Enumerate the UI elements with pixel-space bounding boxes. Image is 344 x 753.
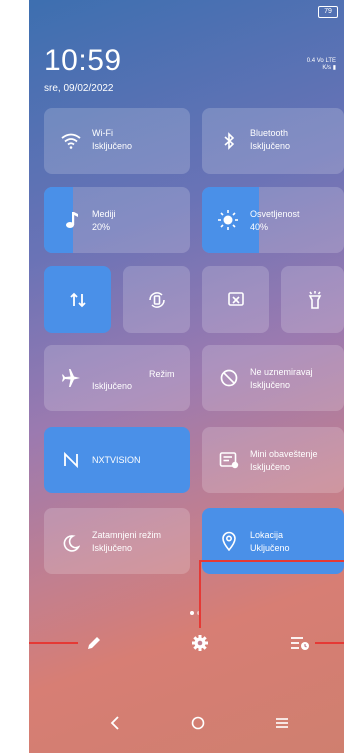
tile-airplane-mode[interactable]: Režim Isključeno	[44, 345, 190, 411]
tile-mini-notification[interactable]: Mini obaveštenje Isključeno	[202, 427, 344, 493]
date: sre, 09/02/2022	[44, 83, 114, 94]
music-note-icon	[62, 210, 82, 230]
media-title: Mediji	[92, 209, 116, 219]
notification-settings-icon[interactable]	[289, 632, 311, 654]
mini-notification-title: Mini obaveštenje	[250, 449, 318, 459]
tile-bluetooth[interactable]: Bluetooth Isključeno	[202, 108, 344, 174]
clock: 10:59	[44, 44, 122, 77]
brightness-value: 40%	[250, 222, 269, 232]
wifi-title: Wi-Fi	[92, 128, 113, 138]
media-volume-slider[interactable]: Mediji 20%	[44, 187, 190, 253]
recents-menu-button[interactable]	[272, 713, 292, 733]
brightness-slider[interactable]: Osvetljenost 40%	[202, 187, 344, 253]
data-arrows-icon	[44, 266, 111, 333]
bluetooth-icon	[218, 130, 240, 152]
auto-rotate-toggle[interactable]	[123, 266, 190, 333]
do-not-disturb-icon	[218, 367, 240, 389]
airplane-icon	[60, 367, 82, 389]
wifi-icon	[60, 130, 82, 152]
moon-icon	[60, 532, 82, 554]
bluetooth-title: Bluetooth	[250, 128, 289, 138]
tile-do-not-disturb[interactable]: Ne uznemiravaj Isključeno	[202, 345, 344, 411]
battery-indicator: 79	[318, 6, 338, 18]
signal-icon: ▮	[332, 65, 336, 71]
home-button[interactable]	[188, 713, 208, 733]
nxtvision-title: NXTVISION	[92, 455, 141, 465]
callout-line-settings-vertical	[199, 560, 201, 628]
net-unit: K/s	[322, 65, 332, 71]
screenshot-icon	[202, 266, 269, 333]
flashlight-toggle[interactable]	[281, 266, 344, 333]
nxtvision-icon	[60, 449, 82, 471]
tile-location[interactable]: Lokacija Uključeno	[202, 508, 344, 574]
edit-pencil-icon[interactable]	[83, 632, 105, 654]
location-title: Lokacija	[250, 530, 284, 540]
back-button[interactable]	[105, 713, 125, 733]
mobile-data-toggle[interactable]	[44, 266, 111, 333]
dark-mode-title: Zatamnjeni režim	[92, 530, 162, 540]
screenshot-toggle[interactable]	[202, 266, 269, 333]
rotate-icon	[123, 266, 190, 333]
navigation-bar	[29, 693, 344, 753]
callout-line-notification	[315, 642, 344, 644]
page-dot-active	[190, 611, 194, 615]
net-type: Vo LTE	[316, 58, 336, 64]
net-speed: 0.4	[306, 58, 316, 64]
media-value: 20%	[92, 222, 111, 232]
location-pin-icon	[218, 530, 240, 552]
airplane-status: Isključeno	[92, 381, 133, 391]
network-info: 0.4 Vo LTE K/s ▮	[307, 58, 336, 72]
callout-line-edit	[29, 642, 78, 644]
dnd-title: Ne uznemiravaj	[250, 367, 313, 377]
wifi-status: Isključeno	[92, 141, 133, 151]
tile-dark-mode[interactable]: Zatamnjeni režim Isključeno	[44, 508, 190, 574]
dnd-status: Isključeno	[250, 380, 291, 390]
brightness-icon	[216, 208, 240, 232]
page-indicator	[190, 602, 204, 620]
mini-notification-status: Isključeno	[250, 462, 291, 472]
airplane-title: Režim	[149, 369, 175, 379]
bluetooth-status: Isključeno	[250, 141, 291, 151]
mini-notification-icon	[218, 449, 240, 471]
settings-gear-icon[interactable]	[189, 632, 211, 654]
location-status: Uključeno	[250, 543, 290, 553]
tile-wifi[interactable]: Wi-Fi Isključeno	[44, 108, 190, 174]
callout-line-settings-horizontal	[199, 560, 344, 562]
flashlight-icon	[281, 266, 344, 333]
brightness-title: Osvetljenost	[250, 209, 300, 219]
dark-mode-status: Isključeno	[92, 543, 133, 553]
tile-nxtvision[interactable]: NXTVISION	[44, 427, 190, 493]
quick-settings-panel: 79 10:59 sre, 09/02/2022 0.4 Vo LTE K/s …	[29, 0, 344, 753]
